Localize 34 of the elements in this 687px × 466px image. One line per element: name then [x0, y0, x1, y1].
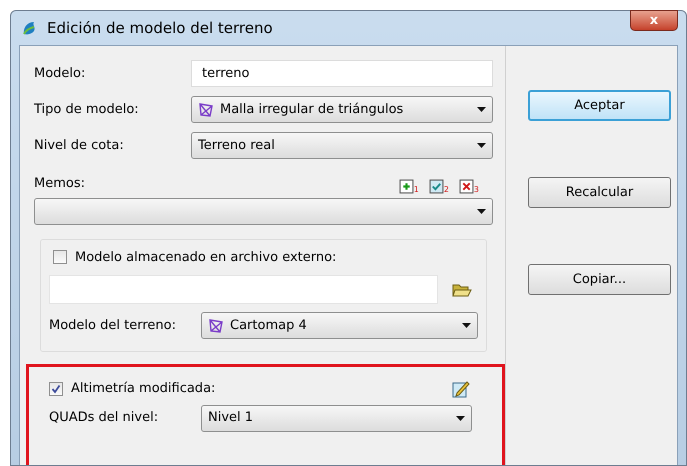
dialog-button[interactable]: Recalcular [528, 177, 671, 208]
dropdown-value: Cartomap 4 [230, 316, 308, 335]
field-label: Modelo del terreno: [49, 316, 177, 335]
dropdown[interactable]: Nivel 1 [201, 404, 472, 432]
checkbox-label: Modelo almacenado en archivo externo: [75, 248, 336, 266]
dialog-button[interactable]: Aceptar [528, 90, 671, 121]
dialog-button[interactable]: Copiar... [528, 264, 671, 295]
dropdown[interactable]: Terreno real [191, 132, 493, 159]
dropdown-arrow-icon [477, 107, 486, 112]
dropdown-value: Nivel 1 [208, 409, 254, 428]
memos-dropdown[interactable] [34, 198, 493, 224]
dropdown-arrow-icon [477, 143, 486, 148]
triangle-mesh-icon [198, 102, 214, 118]
dropdown-arrow-icon [456, 416, 465, 420]
checkbox-label: Altimetría modificada: [71, 380, 216, 398]
dropdown-value: Terreno real [198, 136, 276, 155]
triangle-mesh-icon [208, 318, 224, 334]
folder-icon[interactable] [452, 282, 472, 298]
dropdown-value: Malla irregular de triángulos [220, 100, 404, 119]
dropdown-arrow-icon [477, 208, 486, 214]
field-label: QUADs del nivel: [49, 409, 160, 428]
field-label: Modelo: [34, 64, 86, 83]
checkbox[interactable] [53, 250, 67, 264]
field-label: Nivel de cota: [34, 136, 125, 155]
dropdown[interactable]: Malla irregular de triángulos [191, 96, 493, 123]
checkbox[interactable] [49, 382, 63, 396]
field-label: Tipo de modelo: [34, 100, 140, 119]
window-title: Edición de modelo del terreno [47, 18, 273, 39]
file-path-field[interactable] [49, 275, 438, 304]
edit-pencil-icon[interactable] [452, 380, 470, 398]
text-field[interactable]: terreno [191, 60, 493, 87]
dropdown-arrow-icon [462, 323, 471, 328]
memos-label: Memos: [34, 175, 85, 193]
dropdown[interactable]: Cartomap 4 [201, 312, 478, 339]
